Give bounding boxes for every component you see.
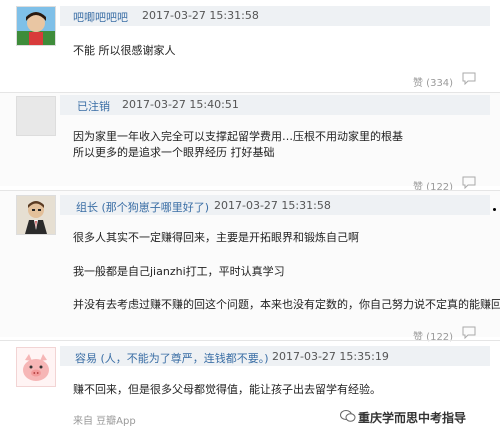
- like-button[interactable]: 赞 (334): [413, 74, 453, 89]
- comment-author[interactable]: 已注销: [77, 98, 110, 114]
- reply-icon[interactable]: [462, 72, 476, 88]
- comment-author[interactable]: 吧唧吧吧吧: [73, 9, 128, 25]
- avatar[interactable]: [16, 195, 56, 235]
- comment-time: 2017-03-27 15:35:19: [272, 350, 389, 363]
- comment-text: 不能 所以很感谢家人: [73, 44, 176, 57]
- comment-author[interactable]: 组长 (那个狗崽子哪里好了): [76, 199, 209, 215]
- source-label: 来自 豆瓣App: [73, 416, 136, 427]
- comment-time: 2017-03-27 15:31:58: [142, 9, 259, 22]
- comment-text: 因为家里一年收入完全可以支撑起留学费用…压根不用动家里的根基: [73, 130, 403, 143]
- comment-text: 并没有去考虑过赚不赚的回这个问题，本来也没有定数的，你自己努力说不定真的能赚回本: [73, 298, 500, 311]
- comment-text: 赚不回来，但是很多父母都觉得值，能让孩子出去留学有经验。: [73, 383, 381, 396]
- comment-text: 很多人其实不一定赚得回来，主要是开拓眼界和锻炼自己啊: [73, 231, 359, 244]
- comment-time: 2017-03-27 15:31:58: [214, 199, 331, 212]
- avatar[interactable]: [16, 347, 56, 387]
- comment-item: 吧唧吧吧吧 2017-03-27 15:31:58 不能 所以很感谢家人 赞 (…: [0, 0, 500, 96]
- comment-author[interactable]: 容易 (人，不能为了尊严，连钱都不要。): [75, 350, 269, 366]
- scroll-marker: [493, 208, 496, 211]
- comment-item: 已注销 2017-03-27 15:40:51 因为家里一年收入完全可以支撑起留…: [0, 93, 500, 193]
- comment-item: 组长 (那个狗崽子哪里好了) 2017-03-27 15:31:58 很多人其实…: [0, 191, 500, 343]
- watermark: 重庆学而思中考指导: [358, 411, 467, 425]
- avatar[interactable]: [16, 96, 56, 136]
- wechat-icon: [340, 408, 356, 427]
- comment-time: 2017-03-27 15:40:51: [122, 98, 239, 111]
- comment-text: 所以更多的是追求一个眼界经历 打好基础: [73, 146, 275, 159]
- comment-text: 我一般都是自己jianzhi打工，平时认真学习: [73, 265, 285, 278]
- avatar[interactable]: [16, 6, 56, 46]
